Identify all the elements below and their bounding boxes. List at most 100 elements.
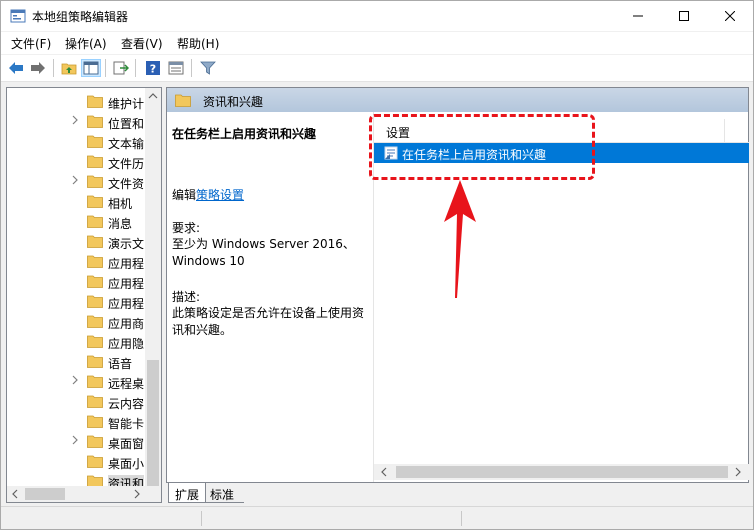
scroll-left-arrow-icon[interactable] <box>11 489 19 499</box>
tree-item[interactable]: 文件资 <box>7 172 147 192</box>
tab-standard-label: 标准 <box>210 488 235 502</box>
policy-editor-app-icon <box>10 9 26 23</box>
filter-button[interactable] <box>198 59 218 77</box>
folder-icon <box>87 135 103 148</box>
tree-item[interactable]: 智能卡 <box>7 412 147 432</box>
back-icon <box>9 62 23 74</box>
tree-item-label: 云内容 <box>108 397 145 411</box>
tree-item[interactable]: 桌面窗 <box>7 432 147 452</box>
red-arrow-icon <box>444 180 476 298</box>
menu-help[interactable]: 帮助(H) <box>177 35 219 52</box>
expand-chevron-icon[interactable] <box>71 175 81 189</box>
category-header-title: 资讯和兴趣 <box>203 95 264 109</box>
tree-item-label: 文件资 <box>108 177 145 191</box>
tree-item-label: 桌面小 <box>108 457 145 471</box>
tree-item[interactable]: 文本输 <box>7 132 147 152</box>
folder-icon <box>87 235 103 248</box>
tab-standard[interactable]: 标准 <box>206 483 244 503</box>
tree-item[interactable]: 消息 <box>7 212 147 232</box>
tree-item[interactable]: 应用程 <box>7 252 147 272</box>
tree-item[interactable]: 远程桌 <box>7 372 147 392</box>
menu-action[interactable]: 操作(A) <box>65 35 107 52</box>
folder-icon <box>87 335 103 348</box>
tree-item-label: 应用程 <box>108 297 145 311</box>
navigation-tree[interactable]: 维护计 位置和 文本输 文件历 文件资 相机 消息 演示文 应用程 应用程 应用程 应用商 应用隐 语音远… <box>6 87 162 503</box>
tree-item[interactable]: 应用程 <box>7 272 147 292</box>
tab-extended-label: 扩展 <box>175 488 200 502</box>
folder-icon <box>87 395 103 408</box>
properties-view-button[interactable] <box>166 59 186 77</box>
description-label: 描述: <box>172 290 201 304</box>
tree-item-label: 文件历 <box>108 157 145 171</box>
folder-icon <box>87 435 103 448</box>
export-list-button[interactable] <box>111 59 131 77</box>
tree-item[interactable]: 维护计 <box>7 92 147 112</box>
expand-chevron-icon[interactable] <box>71 375 81 389</box>
toolbar-separator <box>105 59 106 77</box>
back-button[interactable] <box>6 59 26 77</box>
requirements-label: 要求: <box>172 221 201 235</box>
up-folder-button[interactable] <box>59 59 79 77</box>
toolbar-separator <box>191 59 192 77</box>
folder-icon <box>87 355 103 368</box>
menu-file[interactable]: 文件(F) <box>11 35 51 52</box>
tree-item[interactable]: 相机 <box>7 192 147 212</box>
tree-item[interactable]: 语音 <box>7 352 147 372</box>
folder-icon <box>87 155 103 168</box>
edit-policy-settings-link[interactable]: 策略设置 <box>196 188 244 202</box>
scroll-left-arrow-icon[interactable] <box>380 467 388 477</box>
highlight-annotation-box <box>369 114 595 180</box>
tree-item-label: 应用程 <box>108 257 145 271</box>
tree-item-label: 消息 <box>108 217 133 231</box>
tree-item[interactable]: 桌面小 <box>7 452 147 472</box>
tree-vertical-scrollbar[interactable] <box>145 88 161 486</box>
list-horizontal-scrollbar[interactable] <box>374 464 749 480</box>
tree-item-label: 智能卡 <box>108 417 145 431</box>
folder-icon <box>175 94 191 107</box>
folder-icon <box>87 195 103 208</box>
close-icon <box>725 11 735 21</box>
local-group-policy-editor-window: 本地组策略编辑器 文件(F) 操作(A) 查看(V) 帮助(H) ? 维护计 位… <box>0 0 754 530</box>
filter-icon <box>200 61 216 75</box>
folder-icon <box>87 415 103 428</box>
svg-text:?: ? <box>150 63 156 76</box>
scroll-right-arrow-icon[interactable] <box>734 467 742 477</box>
scroll-up-arrow-icon[interactable] <box>148 92 158 100</box>
tree-item-label: 远程桌 <box>108 377 145 391</box>
tree-item[interactable]: 演示文 <box>7 232 147 252</box>
minimize-button[interactable] <box>615 1 661 31</box>
toolbar-separator <box>53 59 54 77</box>
tree-item[interactable]: 应用商 <box>7 312 147 332</box>
tab-extended[interactable]: 扩展 <box>168 483 206 503</box>
tree-horizontal-scrollbar[interactable] <box>7 486 161 502</box>
tree-item[interactable]: 应用隐 <box>7 332 147 352</box>
tree-item[interactable]: 云内容 <box>7 392 147 412</box>
tree-item[interactable]: 应用程 <box>7 292 147 312</box>
tree-item[interactable]: 文件历 <box>7 152 147 172</box>
tree-item-label: 应用商 <box>108 317 145 331</box>
help-button[interactable]: ? <box>143 59 163 77</box>
scroll-right-arrow-icon[interactable] <box>133 489 141 499</box>
up-folder-icon <box>61 63 77 75</box>
forward-button[interactable] <box>28 59 48 77</box>
tree-item-label: 位置和 <box>108 117 145 131</box>
tree-hscroll-thumb[interactable] <box>25 488 65 500</box>
menu-bar: 文件(F) 操作(A) 查看(V) 帮助(H) <box>1 32 753 54</box>
category-header: 资讯和兴趣 <box>167 88 748 112</box>
show-hide-tree-button[interactable] <box>81 59 101 77</box>
menu-view[interactable]: 查看(V) <box>121 35 163 52</box>
help-icon: ? <box>146 61 160 76</box>
expand-chevron-icon[interactable] <box>71 435 81 449</box>
edit-policy-line: 编辑策略设置 <box>172 186 244 203</box>
tree-vscroll-thumb[interactable] <box>147 360 159 486</box>
folder-icon <box>87 175 103 188</box>
close-button[interactable] <box>707 1 753 31</box>
maximize-button[interactable] <box>661 1 707 31</box>
list-hscroll-thumb[interactable] <box>396 466 728 478</box>
expand-chevron-icon[interactable] <box>71 115 81 129</box>
column-divider[interactable] <box>724 119 725 143</box>
folder-icon <box>87 375 103 388</box>
forward-icon <box>31 62 45 74</box>
tree-item-label: 语音 <box>108 357 133 371</box>
tree-item[interactable]: 位置和 <box>7 112 147 132</box>
